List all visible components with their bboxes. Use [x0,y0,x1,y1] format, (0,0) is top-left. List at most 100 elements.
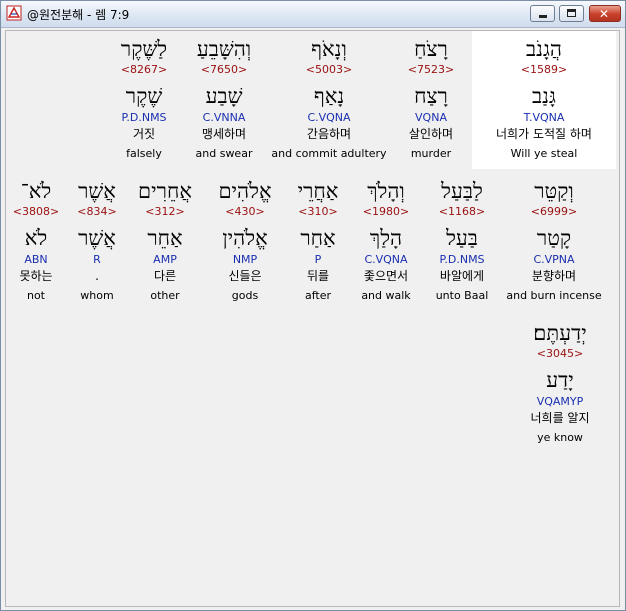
word-cell[interactable]: וְנָאֹף <5003> נָאַף C.VQNA 간음하며 and com… [264,31,394,171]
english-gloss: falsely [126,147,162,160]
word-cell[interactable]: וְהָלֹךְ <1980> הָלַךְ C.VQNA 좇으면서 and w… [346,173,426,313]
hebrew-word: לַשֶּׁקֶר [120,37,168,61]
word-cell[interactable]: אֱלֹהִים <430> אֱלֹהִין NMP 신들은 gods [200,173,290,313]
parsing-code: C.VNNA [202,111,246,124]
korean-gloss: 너희를 알지 [530,411,590,425]
lexical-root: אַחֵר [147,226,183,250]
word-cell[interactable]: לַשֶּׁקֶר <8267> שֶׁקֶר P.D.NMS 거짓 false… [104,31,184,171]
lexical-root: שָׁבַע [205,84,243,108]
strong-number[interactable]: <1168> [426,205,498,219]
strong-number[interactable]: <1980> [346,205,426,219]
parsing-code: C.VPNA [533,253,575,266]
word-cell[interactable]: אֲחֵרִים <312> אַחֵר AMP 다른 other [130,173,200,313]
english-gloss: murder [410,147,452,160]
lexical-root: אֱלֹהִין [222,226,268,250]
parsing-code: R [93,253,101,266]
korean-gloss: 좇으면서 [363,269,409,283]
parsing-code: P [314,253,322,266]
close-button[interactable]: ✕ [589,5,621,22]
strong-number[interactable]: <1589> [472,63,616,77]
hebrew-word: לֹא־ [20,179,52,203]
strong-number[interactable]: <5003> [264,63,394,77]
window: @원전분해 - 렘 7:9 ✕ לַשֶּׁקֶר <8267> שֶׁקֶר … [0,0,626,611]
app-icon [6,5,22,21]
lexical-root: נָאַף [313,84,345,108]
parsing-code: VQAMYP [536,395,584,408]
english-gloss: ye know [537,431,583,444]
english-gloss: after [304,289,332,302]
korean-gloss: 신들은 [228,269,262,283]
word-cell[interactable]: וְקַטֵּר <6999> קָטַר C.VPNA 분향하며 and bu… [500,173,608,313]
lexical-root: רָצַח [414,84,448,108]
word-cell[interactable]: לֹא־ <3808> לֹא ABN 못하는 not [8,173,64,313]
parsing-code: T.VQNA [523,111,565,124]
analysis-panel: לַשֶּׁקֶר <8267> שֶׁקֶר P.D.NMS 거짓 false… [5,30,620,607]
strong-number[interactable]: <310> [290,205,346,219]
parsing-code: VQNA [415,111,447,124]
word-cell[interactable]: לַבַּעַל <1168> בַּעַל P.D.NMS 바알에게 unto… [426,173,498,313]
hebrew-word: וְהִשָּׁבֵעַ [196,37,252,61]
english-gloss: other [150,289,180,302]
lexical-root: הָלַךְ [369,226,403,250]
hebrew-word: יְדַעְתֶּם׃ [533,321,587,345]
strong-number[interactable]: <834> [64,205,130,219]
minimize-button[interactable] [530,5,555,22]
korean-gloss: 못하는 [19,269,53,283]
parsing-code: NMP [232,253,258,266]
word-cell[interactable]: אֲשֶׁר <834> אֲשֶׁר R . whom [64,173,130,313]
hebrew-word: לַבַּעַל [441,179,483,203]
strong-number[interactable]: <6999> [500,205,608,219]
english-gloss: Will ye steal [510,147,578,160]
strong-number[interactable]: <430> [200,205,290,219]
lexical-root: שֶׁקֶר [125,84,163,108]
parsing-code: C.VQNA [307,111,351,124]
korean-gloss: 분향하며 [531,269,577,283]
korean-gloss: 거짓 [132,127,156,141]
word-cell[interactable]: יְדַעְתֶּם׃ <3045> יָדַע VQAMYP 너희를 알지 y… [510,315,610,455]
english-gloss: whom [80,289,114,302]
english-gloss: and walk [361,289,411,302]
hebrew-word: אַחֲרֵי [297,179,339,203]
lexical-root: אֲשֶׁר [78,226,116,250]
parsing-code: P.D.NMS [439,253,485,266]
korean-gloss: 맹세하며 [201,127,247,141]
strong-number[interactable]: <312> [130,205,200,219]
parsing-code: P.D.NMS [121,111,167,124]
strong-number[interactable]: <7523> [394,63,468,77]
lexical-root: אַחַר [300,226,336,250]
english-gloss: unto Baal [435,289,489,302]
english-gloss: and commit adultery [271,147,387,160]
english-gloss: and burn incense [506,289,602,302]
word-cell-selected[interactable]: הֲגָנֹב <1589> גָּנַב T.VQNA 너희가 도적질 하며 … [472,31,616,171]
hebrew-word: אֲשֶׁר [78,179,116,203]
korean-gloss: 너희가 도적질 하며 [496,127,592,141]
hebrew-word: אֱלֹהִים [218,179,272,203]
hebrew-word: רָצֹחַ [414,37,448,61]
word-cell[interactable]: וְהִשָּׁבֵעַ <7650> שָׁבַע C.VNNA 맹세하며 a… [184,31,264,171]
strong-number[interactable]: <7650> [184,63,264,77]
lexical-root: יָדַע [546,368,574,392]
strong-number[interactable]: <8267> [104,63,184,77]
lexical-root: לֹא [24,226,48,250]
hebrew-word: וְהָלֹךְ [367,179,405,203]
maximize-button[interactable] [559,5,584,22]
parsing-code: C.VQNA [364,253,408,266]
korean-gloss: 간음하며 [306,127,352,141]
korean-gloss: 다른 [153,269,177,283]
hebrew-word: הֲגָנֹב [526,37,562,61]
strong-number[interactable]: <3808> [8,205,64,219]
lexical-root: גָּנַב [532,84,556,108]
hebrew-word: וְקַטֵּר [534,179,574,203]
english-gloss: and swear [195,147,253,160]
lexical-root: קָטַר [536,226,572,250]
lexical-root: בַּעַל [446,226,478,250]
word-cell[interactable]: אַחֲרֵי <310> אַחַר P 뒤를 after [290,173,346,313]
korean-gloss: . [95,269,99,283]
word-cell[interactable]: רָצֹחַ <7523> רָצַח VQNA 살인하며 murder [394,31,468,171]
close-icon: ✕ [599,7,610,21]
hebrew-word: וְנָאֹף [311,37,347,61]
title-bar[interactable]: @원전분해 - 렘 7:9 ✕ [1,1,625,28]
english-gloss: gods [231,289,259,302]
maximize-icon [567,9,576,17]
strong-number[interactable]: <3045> [510,347,610,361]
